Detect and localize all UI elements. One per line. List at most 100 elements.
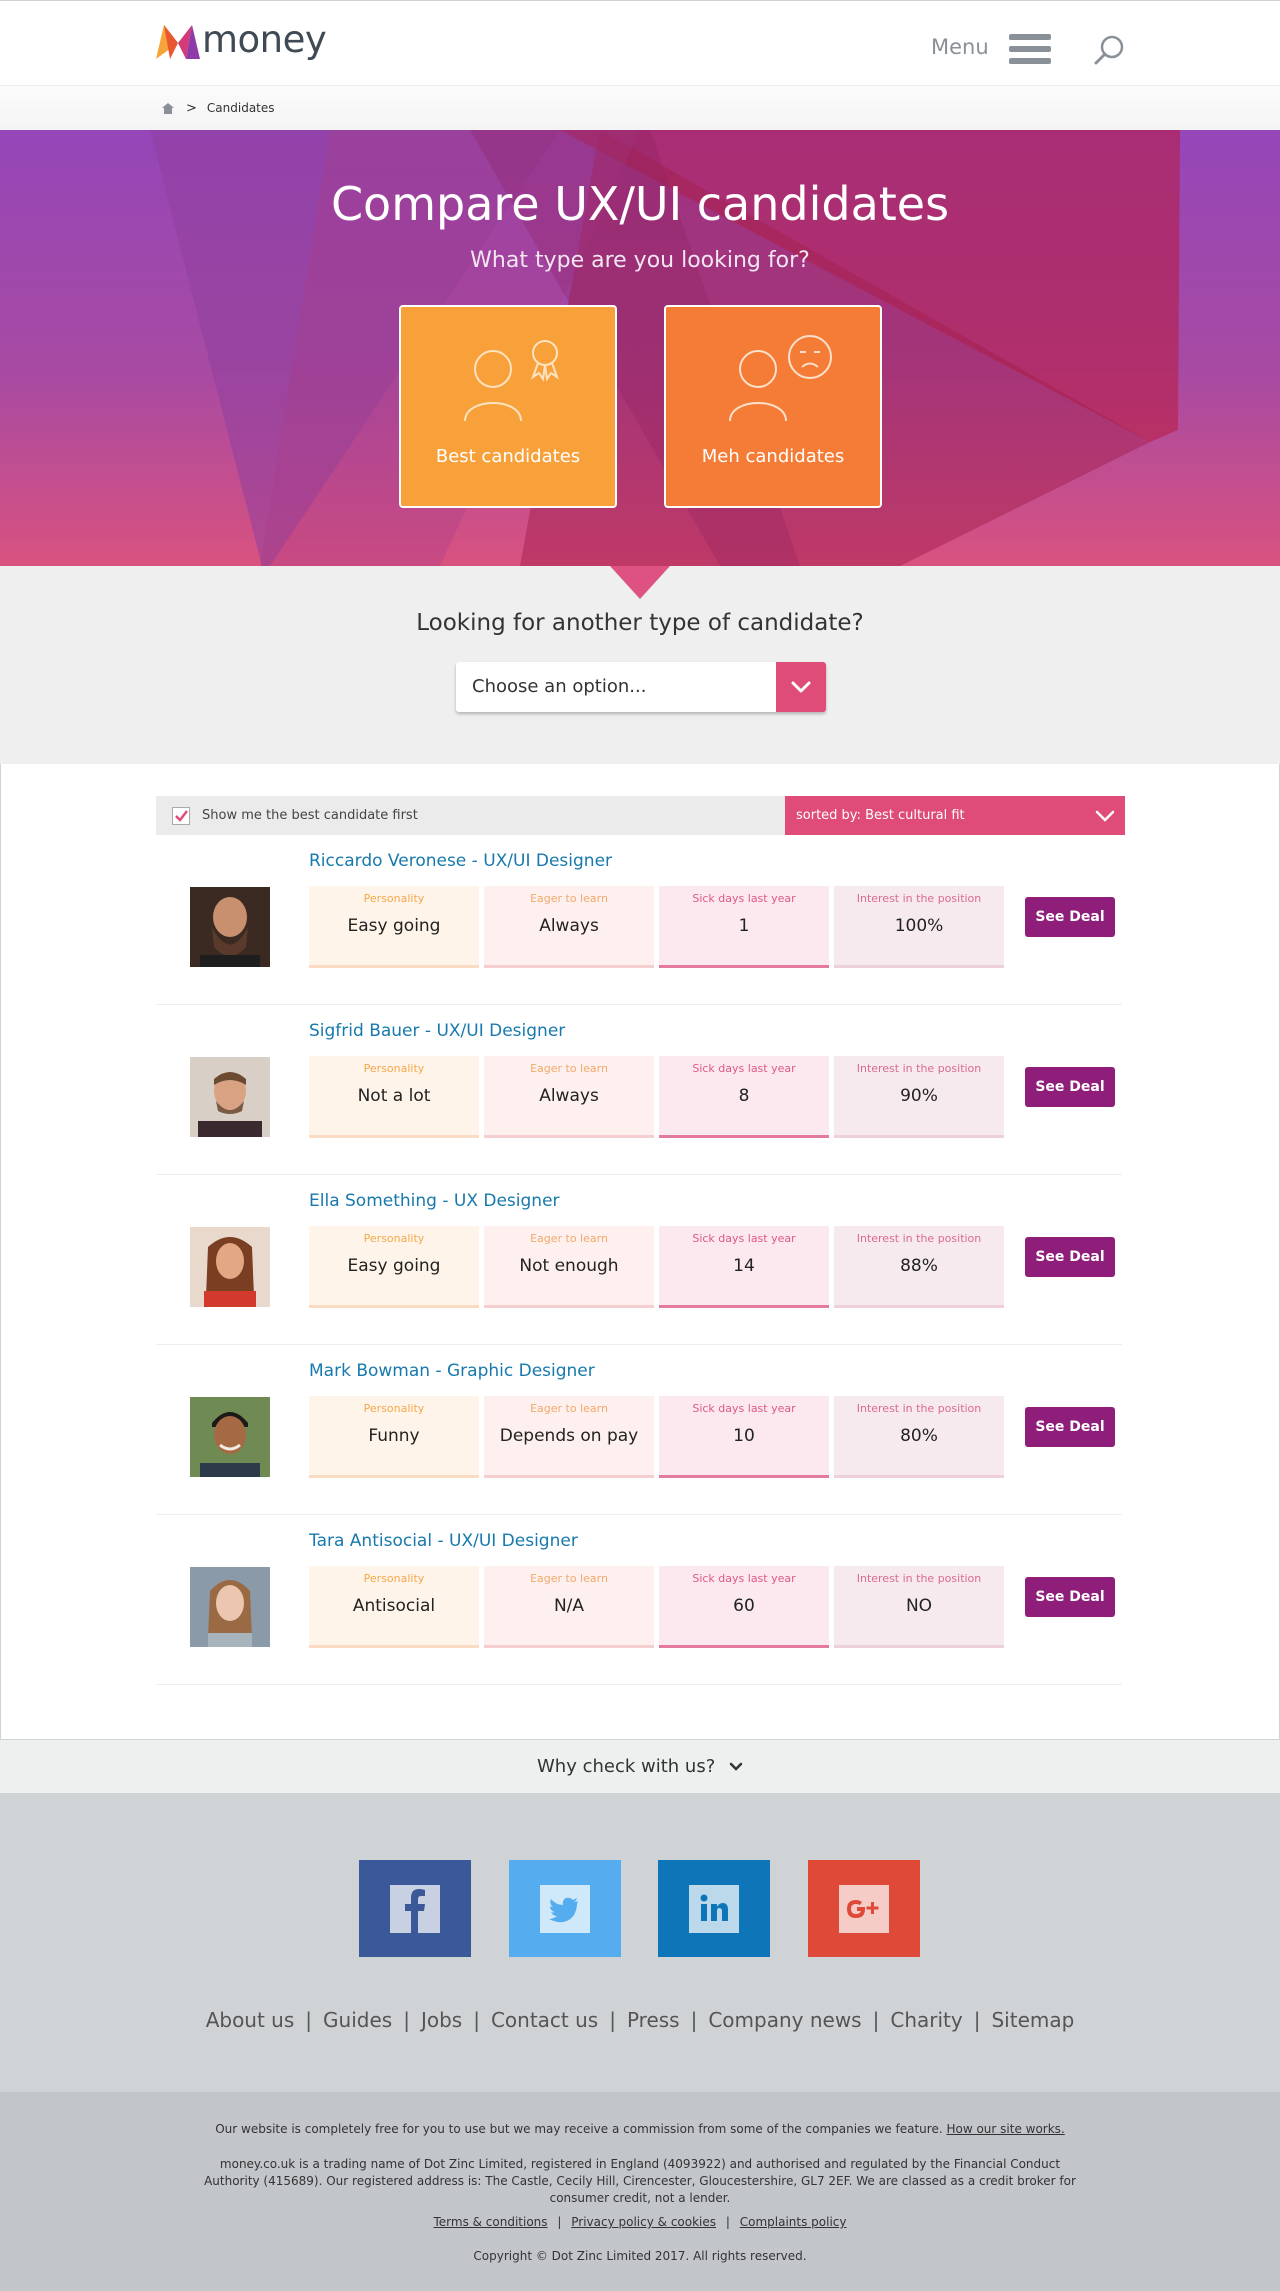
google-plus-icon <box>839 1885 889 1933</box>
stat-sick-days: Sick days last year 14 <box>659 1226 829 1308</box>
stat-sick-days: Sick days last year 10 <box>659 1396 829 1478</box>
candidate-row: Riccardo Veronese - UX/UI Designer Perso… <box>156 835 1122 1005</box>
terms-link[interactable]: Terms & conditions <box>433 2215 547 2229</box>
stat-sick-days: Sick days last year 60 <box>659 1566 829 1648</box>
see-deal-button[interactable]: See Deal <box>1025 1577 1115 1617</box>
why-check-label: Why check with us? <box>537 1756 716 1777</box>
footer-link-about[interactable]: About us <box>206 2008 295 2032</box>
footer-link-guides[interactable]: Guides <box>323 2008 392 2032</box>
footer-link-contact[interactable]: Contact us <box>491 2008 598 2032</box>
stat-personality: Personality Funny <box>309 1396 479 1478</box>
stat-personality: Personality Easy going <box>309 1226 479 1308</box>
free-notice-text: Our website is completely free for you t… <box>215 2122 943 2136</box>
candidate-name-link[interactable]: Tara Antisocial - UX/UI Designer <box>309 1531 578 1551</box>
facebook-glyph <box>405 1889 425 1933</box>
candidate-name-link[interactable]: Riccardo Veronese - UX/UI Designer <box>309 851 612 871</box>
best-first-label: Show me the best candidate first <box>202 808 418 823</box>
stat-sick-days: Sick days last year 1 <box>659 886 829 968</box>
footer-link-sitemap[interactable]: Sitemap <box>991 2008 1074 2032</box>
see-deal-button[interactable]: See Deal <box>1025 1237 1115 1277</box>
candidate-photo <box>190 1057 270 1137</box>
stat-eager-to-learn: Eager to learn Always <box>484 1056 654 1138</box>
hero-notch <box>610 566 670 599</box>
best-candidates-card[interactable]: Best candidates <box>399 305 617 508</box>
legal-links: Terms & conditions | Privacy policy & co… <box>200 2215 1080 2229</box>
see-deal-button[interactable]: See Deal <box>1025 897 1115 937</box>
best-first-checkbox[interactable] <box>172 807 190 825</box>
stat-interest: Interest in the position 100% <box>834 886 1004 968</box>
facebook-button[interactable] <box>359 1860 471 1957</box>
candidate-photo <box>190 1567 270 1647</box>
see-deal-button[interactable]: See Deal <box>1025 1407 1115 1447</box>
logo-text: money <box>202 17 327 61</box>
select-value: Choose an option... <box>472 676 647 697</box>
stat-interest: Interest in the position 90% <box>834 1056 1004 1138</box>
copyright: Copyright © Dot Zinc Limited 2017. All r… <box>473 2249 807 2263</box>
person-award-icon <box>464 340 559 422</box>
facebook-icon <box>390 1885 440 1933</box>
chevron-down-icon <box>1095 810 1115 822</box>
google-plus-button[interactable] <box>808 1860 920 1957</box>
breadcrumb-separator: > <box>186 100 197 116</box>
menu-label[interactable]: Menu <box>931 35 989 59</box>
hamburger-menu-icon[interactable] <box>1009 34 1051 64</box>
see-deal-button[interactable]: See Deal <box>1025 1067 1115 1107</box>
legal-separator: | <box>725 2215 730 2229</box>
candidate-name-link[interactable]: Sigfrid Bauer - UX/UI Designer <box>309 1021 565 1041</box>
candidate-photo <box>190 887 270 967</box>
footer-link-jobs[interactable]: Jobs <box>421 2008 462 2032</box>
candidate-name-link[interactable]: Ella Something - UX Designer <box>309 1191 560 1211</box>
breadcrumb: > Candidates <box>0 86 1280 130</box>
best-candidates-label: Best candidates <box>435 446 581 467</box>
footer-separator: | <box>872 2008 880 2032</box>
footer-links: About us | Guides | Jobs | Contact us | Press | Co… <box>0 2008 1280 2032</box>
free-notice: Our website is completely free for you t… <box>200 2122 1080 2136</box>
legal-separator: | <box>557 2215 562 2229</box>
stat-eager-to-learn: Eager to learn N/A <box>484 1566 654 1648</box>
privacy-link[interactable]: Privacy policy & cookies <box>571 2215 716 2229</box>
legal-footer: Our website is completely free for you t… <box>0 2092 1280 2291</box>
hero-banner: Compare UX/UI candidates What type are y… <box>0 130 1280 566</box>
hero-title: Compare UX/UI candidates <box>330 177 950 231</box>
candidate-type-select[interactable]: Choose an option... <box>456 662 826 712</box>
candidate-row: Ella Something - UX Designer Personality… <box>156 1175 1122 1345</box>
candidate-photo <box>190 1397 270 1477</box>
stat-personality: Personality Antisocial <box>309 1566 479 1648</box>
candidate-photo <box>190 1227 270 1307</box>
twitter-glyph <box>549 1897 578 1923</box>
stat-eager-to-learn: Eager to learn Always <box>484 886 654 968</box>
linkedin-glyph <box>700 1894 728 1921</box>
footer-separator: | <box>973 2008 981 2032</box>
linkedin-button[interactable] <box>658 1860 770 1957</box>
hero-subtitle: What type are you looking for? <box>470 248 810 273</box>
footer-link-press[interactable]: Press <box>627 2008 680 2032</box>
footer-link-company-news[interactable]: Company news <box>708 2008 861 2032</box>
home-icon[interactable] <box>162 102 174 114</box>
footer-link-charity[interactable]: Charity <box>890 2008 962 2032</box>
stat-sick-days: Sick days last year 8 <box>659 1056 829 1138</box>
why-check-toggle[interactable]: Why check with us? <box>0 1739 1280 1794</box>
select-toggle-button[interactable] <box>776 662 826 712</box>
logo[interactable]: money <box>156 17 327 63</box>
footer: About us | Guides | Jobs | Contact us | Press | Co… <box>0 1794 1280 2092</box>
twitter-button[interactable] <box>509 1860 621 1957</box>
candidate-name-link[interactable]: Mark Bowman - Graphic Designer <box>309 1361 595 1381</box>
stat-personality: Personality Not a lot <box>309 1056 479 1138</box>
candidate-row: Sigfrid Bauer - UX/UI Designer Personali… <box>156 1005 1122 1175</box>
results-filter-bar: Show me the best candidate first sorted … <box>156 796 1125 835</box>
meh-candidates-label: Meh candidates <box>701 446 845 467</box>
footer-separator: | <box>609 2008 616 2032</box>
breadcrumb-current: Candidates <box>206 101 275 115</box>
sort-dropdown[interactable]: sorted by: Best cultural fit <box>785 796 1125 835</box>
twitter-icon <box>540 1885 590 1933</box>
meh-candidates-card[interactable]: Meh candidates <box>664 305 882 508</box>
sort-label: sorted by: Best cultural fit <box>796 808 965 823</box>
footer-separator: | <box>305 2008 313 2032</box>
complaints-link[interactable]: Complaints policy <box>740 2215 847 2229</box>
footer-separator: | <box>403 2008 410 2032</box>
how-site-works-link[interactable]: How our site works. <box>946 2122 1064 2136</box>
linkedin-icon <box>689 1885 739 1933</box>
chevron-down-icon <box>791 681 811 693</box>
search-icon[interactable] <box>1093 34 1125 66</box>
chevron-down-icon <box>729 1762 743 1771</box>
